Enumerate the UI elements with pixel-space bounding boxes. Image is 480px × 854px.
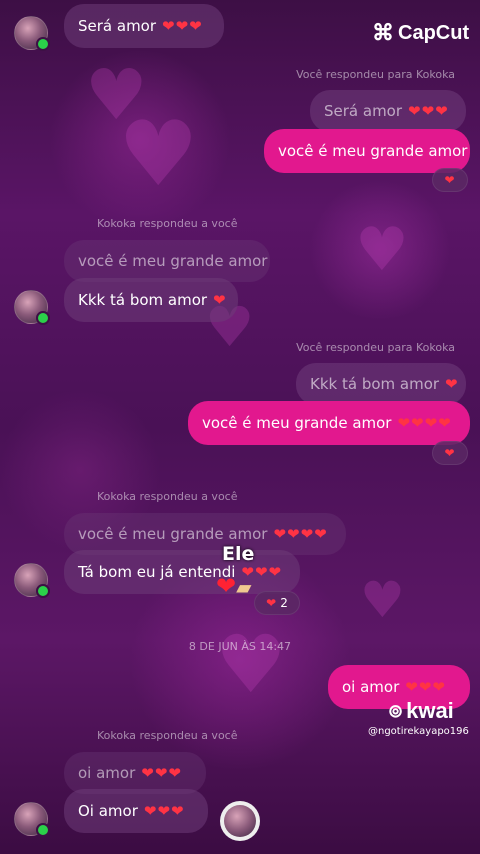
heart-emoji: ❤❤❤❤ xyxy=(397,414,452,432)
heart-emoji: ❤❤❤ xyxy=(141,764,182,782)
heart-emoji: ❤❤❤ xyxy=(162,17,203,35)
reaction-count: 2 xyxy=(280,596,288,610)
message-text: Tá bom eu já entendi xyxy=(78,563,236,581)
online-status-dot xyxy=(36,311,50,325)
incoming-message-bubble[interactable]: Será amor ❤❤❤ xyxy=(64,4,224,48)
heart-emoji: ❤ xyxy=(445,375,459,393)
date-divider: 8 DE JUN ÀS 14:47 xyxy=(188,640,292,653)
kwai-logo-icon: ⊚ xyxy=(388,700,404,721)
kwai-handle: @ngotirekayapo196 xyxy=(368,726,469,737)
avatar[interactable] xyxy=(14,563,50,598)
seen-avatar-image xyxy=(224,805,256,837)
reply-meta: Você respondeu para Kokoka xyxy=(296,68,455,81)
heart-emoji: ❤ xyxy=(266,596,278,610)
online-status-dot xyxy=(36,37,50,51)
incoming-message-bubble[interactable]: Tá bom eu já entendi ❤❤❤ xyxy=(64,550,300,594)
online-status-dot xyxy=(36,823,50,837)
reply-meta: Kokoka respondeu a você xyxy=(97,729,238,742)
message-text: oi amor xyxy=(342,678,400,696)
quoted-text: você é meu grande amor xyxy=(78,525,268,543)
reply-meta: Você respondeu para Kokoka xyxy=(296,341,455,354)
kwai-label: kwai xyxy=(406,698,454,723)
outgoing-message-bubble[interactable]: você é meu grande amor ❤❤❤❤ xyxy=(188,401,470,445)
incoming-message-bubble[interactable]: Oi amor ❤❤❤ xyxy=(64,789,208,833)
quoted-text: você é meu grande amor xyxy=(78,252,268,270)
heart-emoji: ❤ xyxy=(444,173,456,187)
message-text: Oi amor xyxy=(78,802,138,820)
outgoing-message-bubble[interactable]: você é meu grande amor xyxy=(264,129,470,173)
reply-meta: Kokoka respondeu a você xyxy=(97,217,238,230)
background-heart: ♥ xyxy=(360,571,405,629)
heart-emoji: ❤❤❤❤ xyxy=(273,525,328,543)
reaction-badge[interactable]: ❤ 2 xyxy=(254,591,300,615)
capcut-logo-icon: ⌘ xyxy=(372,20,394,45)
seen-avatar[interactable] xyxy=(220,801,260,841)
quoted-message[interactable]: você é meu grande amor ❤❤❤❤ xyxy=(64,513,346,555)
avatar[interactable] xyxy=(14,16,50,51)
capcut-label: CapCut xyxy=(398,21,470,44)
quoted-message[interactable]: Será amor ❤❤❤ xyxy=(310,90,466,132)
quoted-message[interactable]: Kkk tá bom amor ❤ xyxy=(296,363,466,405)
capcut-watermark: ⌘ CapCut xyxy=(372,20,469,46)
background-heart: ♥ xyxy=(118,102,199,207)
heart-emoji: ❤❤❤ xyxy=(405,678,446,696)
kwai-watermark: ⊚ kwai xyxy=(388,698,454,724)
heart-emoji: ❤ xyxy=(213,291,227,309)
online-status-dot xyxy=(36,584,50,598)
avatar[interactable] xyxy=(14,802,50,837)
background-heart: ♥ xyxy=(355,215,409,285)
message-text: você é meu grande amor xyxy=(278,142,468,160)
heart-emoji: ❤❤❤ xyxy=(408,102,449,120)
message-text: Kkk tá bom amor xyxy=(78,291,208,309)
reaction-badge[interactable]: ❤ xyxy=(432,441,468,465)
heart-emoji: ❤ xyxy=(444,446,456,460)
incoming-message-bubble[interactable]: Kkk tá bom amor ❤ xyxy=(64,278,238,322)
overlay-caption: Ele xyxy=(222,543,255,565)
quoted-message[interactable]: oi amor ❤❤❤ xyxy=(64,752,206,794)
heart-emoji: ❤❤❤ xyxy=(143,802,185,820)
quoted-message[interactable]: você é meu grande amor xyxy=(64,240,270,282)
heart-bandage-sticker-icon: ❤▰ xyxy=(216,572,252,600)
avatar[interactable] xyxy=(14,290,50,325)
reply-meta: Kokoka respondeu a você xyxy=(97,490,238,503)
message-text: você é meu grande amor xyxy=(202,414,392,432)
quoted-text: Será amor xyxy=(324,102,403,120)
reaction-badge[interactable]: ❤ xyxy=(432,168,468,192)
quoted-text: Kkk tá bom amor xyxy=(310,375,440,393)
message-text: Será amor xyxy=(78,17,157,35)
background-heart: ♥ xyxy=(215,618,287,711)
quoted-text: oi amor xyxy=(78,764,136,782)
